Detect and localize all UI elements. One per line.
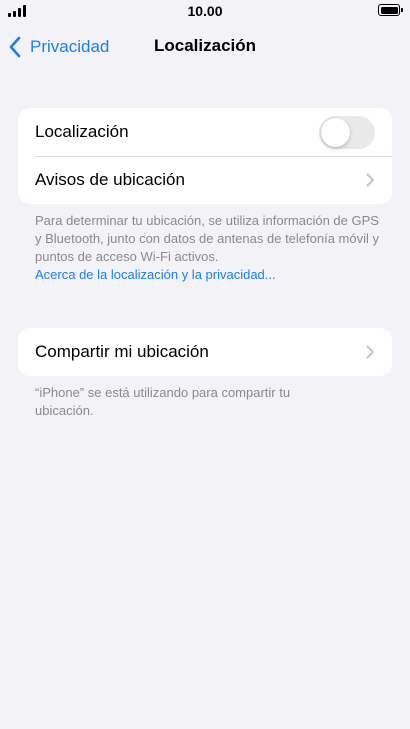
location-label: Localización xyxy=(35,122,129,141)
chevron-right-icon xyxy=(366,173,374,187)
location-toggle[interactable] xyxy=(319,116,375,149)
location-settings-group: Localización Avisos de ubicación xyxy=(18,108,392,204)
status-bar: 10.00 xyxy=(0,0,410,24)
location-footer-text: Para determinar tu ubicación, se utiliza… xyxy=(35,213,380,264)
location-footer: Para determinar tu ubicación, se utiliza… xyxy=(35,212,385,284)
status-time: 10.00 xyxy=(187,3,223,19)
location-alerts-label: Avisos de ubicación xyxy=(35,170,185,189)
chevron-right-icon xyxy=(366,345,374,359)
location-row: Localización xyxy=(18,108,392,156)
location-privacy-link[interactable]: Acerca de la localización y la privacida… xyxy=(35,266,385,284)
toggle-knob xyxy=(321,118,350,147)
navigation-bar: Privacidad Localización xyxy=(0,28,410,64)
share-location-label: Compartir mi ubicación xyxy=(35,342,209,361)
share-location-row[interactable]: Compartir mi ubicación xyxy=(18,328,392,376)
share-footer: “iPhone” se está utilizando para compart… xyxy=(35,384,335,420)
share-footer-text: “iPhone” se está utilizando para compart… xyxy=(35,385,291,418)
battery-icon xyxy=(378,4,403,16)
share-location-group: Compartir mi ubicación xyxy=(18,328,392,376)
page-title-text: Localización xyxy=(153,36,257,55)
page-title: Localización xyxy=(0,36,410,56)
location-alerts-row[interactable]: Avisos de ubicación xyxy=(18,156,392,204)
